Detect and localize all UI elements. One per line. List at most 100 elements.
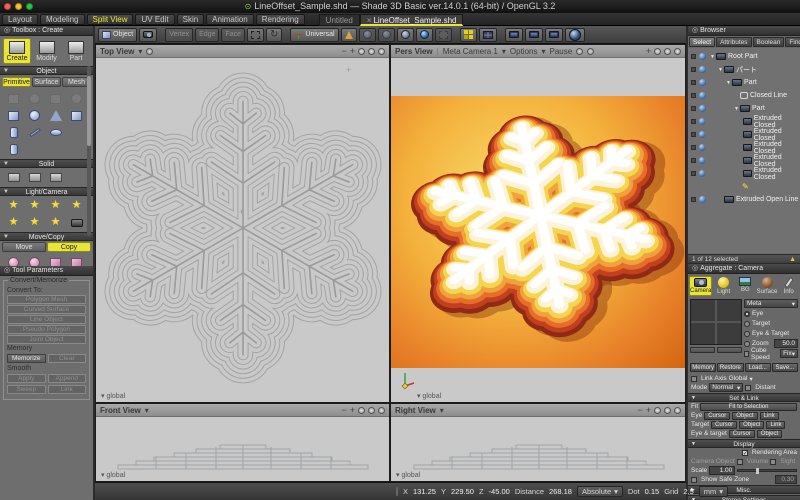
radio-eye-target[interactable]: Eye & Target (744, 329, 798, 338)
tab-modeling[interactable]: Modeling (40, 14, 84, 25)
mode-dropdown[interactable]: Normal▾ (709, 383, 743, 392)
safe-zone-checkbox[interactable] (691, 477, 697, 483)
visibility-checkbox[interactable] (691, 132, 696, 137)
primitive-capsule[interactable] (3, 141, 24, 158)
aggregate-tab-light[interactable]: Light (713, 276, 734, 296)
mode-modify-button[interactable]: Modify (33, 38, 61, 64)
mode-part-button[interactable]: Part (62, 38, 90, 64)
ambient-light-tool[interactable]: ★ (24, 214, 45, 231)
doc-tab-active[interactable]: ×LineOffset_Sample.shd (360, 14, 464, 26)
smooth-append-button[interactable]: Append (48, 374, 87, 383)
pan-icon[interactable] (368, 48, 375, 55)
viewport-pers[interactable]: Pers View | Meta Camera 1 ▾ Options ▾ Pa… (390, 44, 686, 403)
magnify-icon[interactable] (358, 48, 365, 55)
tree-item-part[interactable]: ▼Part (688, 76, 800, 89)
tool-parameters-header[interactable]: ◎Tool Parameters (0, 266, 93, 276)
primitive-disabled-3[interactable] (45, 90, 66, 107)
area-light-tool[interactable]: ★ (66, 197, 87, 214)
visibility-checkbox[interactable] (691, 171, 696, 176)
view-settings-gear-icon[interactable] (146, 48, 153, 55)
single-view-button[interactable] (505, 28, 523, 42)
tree-item-extruded-2[interactable]: Extruded Closed (688, 128, 800, 141)
vertex-mode-button[interactable]: Vertex (165, 28, 193, 42)
face-mode-button[interactable]: Face (221, 28, 245, 42)
visibility-checkbox[interactable] (691, 67, 696, 72)
primitive-cube[interactable] (3, 107, 24, 124)
section-object[interactable]: ▼Object (0, 66, 93, 75)
tab-split-view[interactable]: Split View (87, 14, 134, 25)
grid-toggle-button[interactable] (479, 28, 497, 42)
dropdown-icon[interactable]: ▾ (541, 47, 545, 56)
primitive-cylinder[interactable] (3, 124, 24, 141)
zoom-out-button[interactable]: − (637, 405, 642, 415)
scale-value-field[interactable]: 1.00 (709, 466, 735, 475)
target-link-button[interactable]: Link (766, 421, 785, 429)
tab-skin[interactable]: Skin (177, 14, 205, 25)
scale-tool[interactable] (45, 254, 66, 266)
copy-button[interactable]: Copy (47, 242, 91, 252)
tab-uv-edit[interactable]: UV Edit (135, 14, 174, 25)
zoom-in-button[interactable]: + (350, 405, 355, 415)
tree-item-extruded-5[interactable]: Extruded Closed (688, 167, 800, 180)
visibility-checkbox[interactable] (691, 197, 696, 202)
tree-item-closed-line[interactable]: Closed Line (688, 89, 800, 102)
memorize-button[interactable]: Memorize (7, 354, 46, 363)
eye-target-object-button[interactable]: Object (757, 430, 782, 438)
fit-view-icon[interactable] (674, 407, 681, 414)
radio-eye[interactable]: Eye (744, 309, 798, 318)
convert-line-object-button[interactable]: Line Object (7, 315, 86, 324)
eye-cursor-button[interactable]: Cursor (704, 412, 730, 420)
skeleton-button[interactable] (341, 28, 357, 42)
render-refresh-icon[interactable] (587, 48, 594, 55)
primitive-line[interactable] (24, 124, 45, 141)
visibility-checkbox[interactable] (691, 93, 696, 98)
rendering-area-checkbox[interactable]: ✓ (742, 450, 748, 456)
ghost-tool-1-button[interactable] (359, 28, 376, 42)
thumbnail-button-1[interactable] (690, 347, 715, 353)
universal-manipulator-button[interactable]: Universal (290, 28, 338, 42)
scrollbar-thumb[interactable] (87, 76, 91, 146)
tree-item-extruded-3[interactable]: Extruded Closed (688, 141, 800, 154)
top-view-title[interactable]: Top View (100, 47, 134, 56)
toolbox-scrollbar[interactable] (87, 66, 91, 236)
tree-item-part-jp[interactable]: ▼パート (688, 63, 800, 76)
cube-speed-checkbox[interactable] (744, 351, 749, 357)
front-view-title[interactable]: Front View (100, 406, 141, 415)
close-tab-icon[interactable]: × (367, 16, 372, 25)
radio-target[interactable]: Target (744, 319, 798, 328)
convert-pseudo-polygon-button[interactable]: Pseudo Polygon (7, 325, 86, 334)
doc-tab-untitled[interactable]: Untitled (319, 14, 360, 26)
ghost-tool-2-button[interactable] (378, 28, 395, 42)
fit-view-icon[interactable] (378, 407, 385, 414)
tree-item-extruded-1[interactable]: Extruded Closed (688, 115, 800, 128)
target-object-button[interactable]: Object (739, 421, 764, 429)
tree-insertion-marker[interactable]: ✎ (688, 180, 800, 193)
ies-light-tool[interactable]: ★ (45, 214, 66, 231)
smooth-link-button[interactable]: Link (48, 385, 87, 394)
tree-item-extruded-open-line[interactable]: Extruded Open Line (688, 193, 800, 206)
magnify-icon[interactable] (358, 407, 365, 414)
distant-checkbox[interactable] (745, 385, 751, 391)
close-window-button[interactable] (4, 3, 11, 10)
solid-tool-2[interactable] (24, 169, 45, 186)
aggregate-tab-info[interactable]: Info (778, 276, 799, 296)
link-axis-value[interactable]: Global (729, 375, 748, 382)
render-toggle-icon[interactable] (699, 196, 706, 203)
zoom-in-button[interactable]: + (350, 46, 355, 56)
move-button[interactable]: Move (2, 242, 46, 252)
camera-selector[interactable]: Meta Camera 1 (443, 47, 498, 56)
primitive-disabled-1[interactable] (3, 90, 24, 107)
aggregate-tab-surface[interactable]: Surface (757, 276, 778, 296)
pan-icon[interactable] (664, 407, 671, 414)
smooth-apply-button[interactable]: Apply (7, 374, 46, 383)
section-move-copy[interactable]: ▼Move/Copy (0, 232, 93, 241)
navigation-ball-button[interactable] (565, 28, 585, 42)
solid-tool-3[interactable] (45, 169, 66, 186)
convert-polygon-mesh-button[interactable]: Polygon Mesh (7, 295, 86, 304)
viewport-top[interactable]: Top View ▾ − + (95, 44, 390, 403)
aggregate-tab-bg[interactable]: BG (735, 276, 756, 296)
zoom-in-button[interactable]: + (646, 46, 651, 56)
section-solid[interactable]: ▼Solid (0, 159, 93, 168)
cube-speed-row[interactable]: Cube SpeedFix▾ (744, 349, 798, 358)
magnify-icon[interactable] (654, 407, 661, 414)
